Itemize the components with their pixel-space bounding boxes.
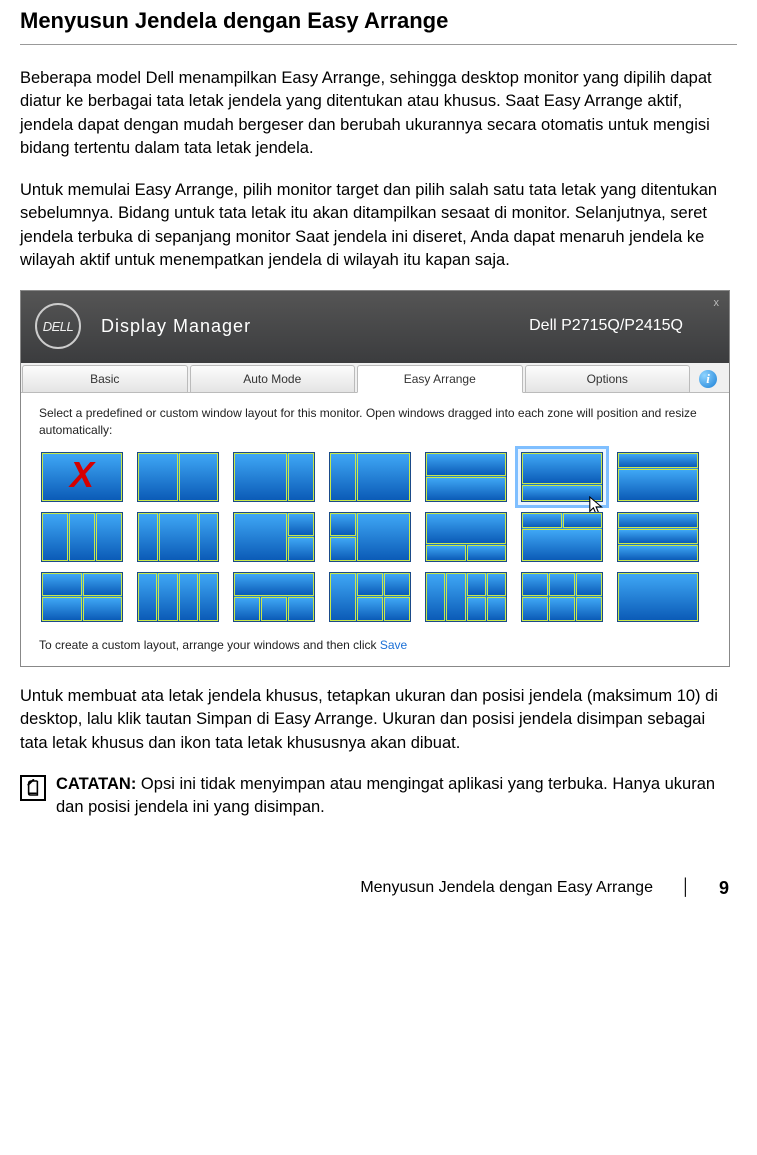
note-icon: [20, 775, 46, 801]
app-body: Select a predefined or custom window lay…: [21, 393, 729, 665]
tab-auto-mode[interactable]: Auto Mode: [190, 365, 356, 392]
tab-options[interactable]: Options: [525, 365, 691, 392]
footer-title: Menyusun Jendela dengan Easy Arrange: [360, 879, 653, 897]
footer-separator: │: [681, 879, 691, 897]
layout-bottom-big-top-split[interactable]: [521, 512, 603, 562]
save-prefix: To create a custom layout, arrange your …: [39, 638, 380, 652]
save-link[interactable]: Save: [380, 638, 407, 652]
tab-easy-arrange[interactable]: Easy Arrange: [357, 365, 523, 393]
tab-basic[interactable]: Basic: [22, 365, 188, 392]
layout-left-big[interactable]: [233, 452, 315, 502]
instruction-text: Select a predefined or custom window lay…: [39, 405, 711, 437]
display-manager-window: DELL Display Manager Dell P2715Q/P2415Q …: [20, 290, 730, 666]
layout-custom-empty[interactable]: [617, 572, 699, 622]
layout-top-bottom3[interactable]: [233, 572, 315, 622]
layout-3row[interactable]: [617, 512, 699, 562]
tab-strip: Basic Auto Mode Easy Arrange Options i: [21, 363, 729, 393]
layout-bottom-big[interactable]: [617, 452, 699, 502]
note-label: CATATAN:: [56, 775, 136, 793]
heading-rule: [20, 44, 737, 45]
layout-3col[interactable]: [41, 512, 123, 562]
layout-2x2[interactable]: [41, 572, 123, 622]
paragraph-1: Beberapa model Dell menampilkan Easy Arr…: [20, 67, 737, 161]
layout-top-big-bottom-split[interactable]: [425, 512, 507, 562]
layout-3col-mid-big[interactable]: [137, 512, 219, 562]
note-text: CATATAN: Opsi ini tidak menyimpan atau m…: [56, 773, 737, 820]
app-header: DELL Display Manager Dell P2715Q/P2415Q …: [21, 291, 729, 363]
page-number: 9: [719, 878, 729, 899]
save-line: To create a custom layout, arrange your …: [39, 638, 711, 652]
layout-2row[interactable]: [425, 452, 507, 502]
layout-6zone-a[interactable]: [425, 572, 507, 622]
close-icon[interactable]: x: [714, 297, 720, 309]
layout-none[interactable]: [41, 452, 123, 502]
layout-grid: [41, 452, 711, 622]
layout-4col[interactable]: [137, 572, 219, 622]
layout-3x2[interactable]: [521, 572, 603, 622]
layout-row-2: [41, 512, 711, 562]
monitor-model-label: Dell P2715Q/P2415Q: [529, 317, 683, 335]
dell-logo-icon: DELL: [35, 303, 81, 349]
layout-right-big-left-split[interactable]: [329, 512, 411, 562]
layout-5zone[interactable]: [329, 572, 411, 622]
page-footer: Menyusun Jendela dengan Easy Arrange │ 9: [20, 878, 737, 899]
info-icon[interactable]: i: [699, 370, 717, 388]
paragraph-3: Untuk membuat ata letak jendela khusus, …: [20, 685, 737, 755]
note-block: CATATAN: Opsi ini tidak menyimpan atau m…: [20, 773, 737, 820]
paragraph-2: Untuk memulai Easy Arrange, pilih monito…: [20, 179, 737, 273]
layout-row-3: [41, 572, 711, 622]
layout-left-big-right-split[interactable]: [233, 512, 315, 562]
page-heading: Menyusun Jendela dengan Easy Arrange: [20, 0, 737, 44]
layout-right-big[interactable]: [329, 452, 411, 502]
layout-top-big[interactable]: [521, 452, 603, 502]
layout-2col[interactable]: [137, 452, 219, 502]
note-body: Opsi ini tidak menyimpan atau mengingat …: [56, 775, 715, 816]
app-title: Display Manager: [101, 316, 529, 337]
layout-row-1: [41, 452, 711, 502]
